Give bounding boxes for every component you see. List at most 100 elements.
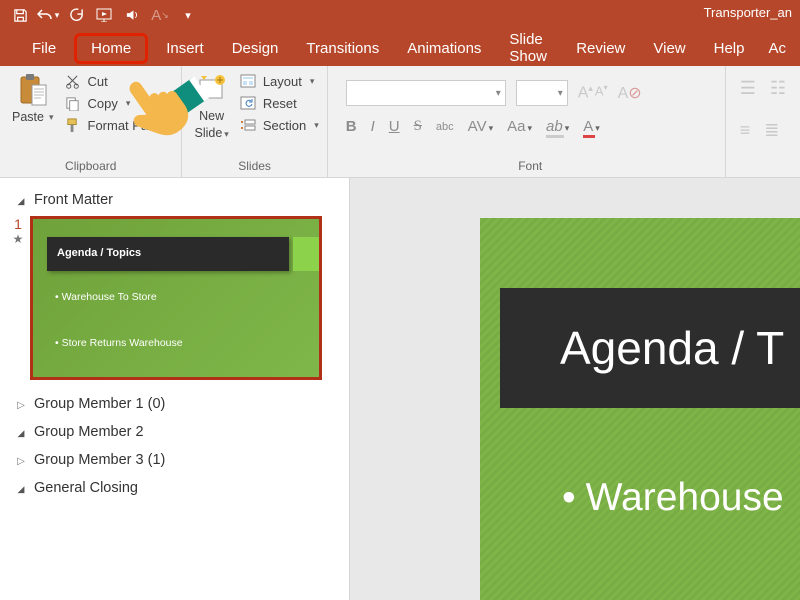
reset-button[interactable]: Reset [239,94,319,112]
group-font: ▾ ▾ A▴ A▾ A⊘ B I U S abc AV▾ Aa▾ ab▾ A▾ … [328,66,726,177]
caret-icon [16,453,26,467]
section-label: Group Member 1 (0) [34,396,165,412]
paste-button[interactable]: Paste▾ [8,70,58,134]
section-label: Front Matter [34,192,113,208]
section-icon [239,116,257,134]
tab-help[interactable]: Help [700,34,759,63]
new-slide-label-top: New [199,110,224,124]
font-group-label: Font [336,157,725,175]
document-title: Transporter_an [704,5,792,20]
volume-icon[interactable] [118,1,146,29]
tab-animations[interactable]: Animations [393,34,495,63]
tab-review[interactable]: Review [562,34,639,63]
start-from-beginning-icon[interactable] [90,1,118,29]
paste-icon [16,72,50,108]
format-painter-icon [64,116,82,134]
font-family-combo[interactable]: ▾ [346,80,506,106]
group-paragraph: ☰ ☷ ≡ ≣ [726,66,800,177]
tab-file[interactable]: File [18,34,70,63]
qat-customize-icon[interactable]: ▾ [174,1,202,29]
title-bar: ▾ A↘ ▾ Transporter_an [0,0,800,30]
align-center-icon[interactable]: ≣ [764,120,779,141]
thumb-bullet-1: • Warehouse To Store [55,291,157,303]
decrease-font-icon[interactable]: A▾ [595,83,608,102]
section-button[interactable]: Section▾ [239,116,319,134]
font-color-button[interactable]: A▾ [583,118,600,135]
section-group-member-3[interactable]: Group Member 3 (1) [0,446,349,474]
paste-label: Paste [12,110,44,124]
font-size-combo[interactable]: ▾ [516,80,568,106]
tab-view[interactable]: View [639,34,699,63]
cut-label: Cut [88,74,108,89]
clipboard-group-label: Clipboard [8,157,173,175]
slide[interactable]: Agenda / T Warehouse [480,218,800,600]
outline-pane[interactable]: Front Matter 1 ★ Agenda / Topics • Wareh… [0,178,350,600]
cut-button[interactable]: Cut [64,72,174,90]
format-painter-button[interactable]: Format Painter [64,116,174,134]
caret-icon [16,193,26,207]
caret-icon [16,481,26,495]
section-label: Group Member 3 (1) [34,452,165,468]
slide-number: 1 [6,216,30,232]
tab-home[interactable]: Home [74,33,148,64]
section-label: Section [263,118,306,133]
clear-formatting-icon: A↘ [146,1,174,29]
slides-group-label: Slides [190,157,318,175]
animation-star-icon: ★ [6,232,30,246]
align-left-icon[interactable]: ≡ [740,120,751,141]
quick-access-toolbar: ▾ A↘ ▾ [0,1,202,29]
slide-canvas[interactable]: Agenda / T Warehouse [350,178,800,600]
italic-button[interactable]: I [371,118,375,135]
section-front-matter[interactable]: Front Matter [0,186,349,214]
highlight-button[interactable]: ab▾ [546,118,569,135]
caret-icon [16,425,26,439]
change-case-button[interactable]: Aa▾ [507,118,532,135]
section-label: General Closing [34,480,138,496]
thumb-bullet-2: • Store Returns Warehouse [55,337,183,349]
ribbon: Paste▾ Cut Copy▾ Format Painter Clipboar… [0,66,800,178]
caret-icon [16,397,26,411]
save-icon[interactable] [6,1,34,29]
copy-button[interactable]: Copy▾ [64,94,174,112]
layout-icon [239,72,257,90]
bullets-icon[interactable]: ☰ [740,78,756,99]
tab-insert[interactable]: Insert [152,34,218,63]
slide-title[interactable]: Agenda / T [500,288,800,408]
slide-thumbnail-row[interactable]: 1 ★ Agenda / Topics • Warehouse To Store… [0,214,349,390]
slide-bullet-1[interactable]: Warehouse [562,476,784,520]
layout-button[interactable]: Layout▾ [239,72,319,90]
increase-font-icon[interactable]: A▴ [578,83,593,102]
workspace: Front Matter 1 ★ Agenda / Topics • Wareh… [0,178,800,600]
clear-format-icon[interactable]: A⊘ [618,83,642,103]
copy-icon [64,94,82,112]
new-slide-button[interactable]: New Slide▾ [190,70,232,143]
numbering-icon[interactable]: ☷ [770,78,786,99]
group-clipboard: Paste▾ Cut Copy▾ Format Painter Clipboar… [0,66,182,177]
tab-acrobat[interactable]: Ac [758,34,800,63]
copy-label: Copy [88,96,118,111]
section-group-member-1[interactable]: Group Member 1 (0) [0,390,349,418]
cut-icon [64,72,82,90]
format-painter-label: Format Painter [88,118,174,133]
text-shadow-button[interactable]: abc [436,121,454,133]
new-slide-icon [195,72,229,108]
tab-design[interactable]: Design [218,34,293,63]
slide-thumbnail[interactable]: Agenda / Topics • Warehouse To Store • S… [30,216,322,380]
undo-icon[interactable]: ▾ [34,1,62,29]
section-group-member-2[interactable]: Group Member 2 [0,418,349,446]
layout-label: Layout [263,74,302,89]
thumb-title: Agenda / Topics [47,237,289,271]
char-spacing-button[interactable]: AV▾ [468,118,493,135]
tab-slideshow[interactable]: Slide Show [495,25,562,71]
reset-icon [239,94,257,112]
redo-icon[interactable] [62,1,90,29]
reset-label: Reset [263,96,297,111]
group-slides: New Slide▾ Layout▾ Reset Section▾ [182,66,327,177]
tab-transitions[interactable]: Transitions [292,34,393,63]
new-slide-label-bottom: Slide [194,126,222,140]
section-general-closing[interactable]: General Closing [0,474,349,502]
bold-button[interactable]: B [346,118,357,135]
thumb-accent [293,237,319,271]
strike-button[interactable]: S [414,118,422,135]
underline-button[interactable]: U [389,118,400,135]
